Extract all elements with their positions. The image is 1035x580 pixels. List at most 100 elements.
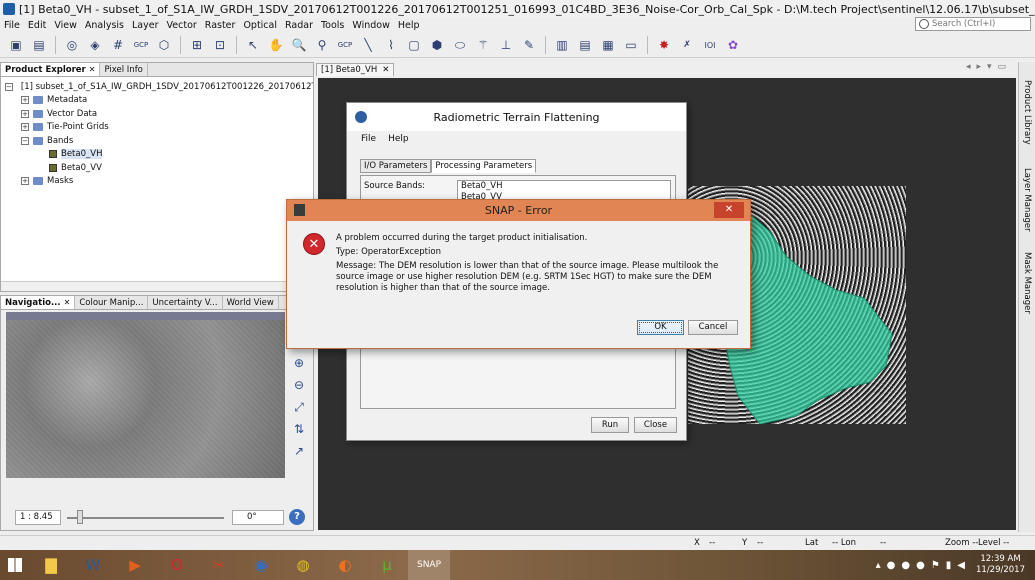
tab-image-view[interactable]: [1] Beta0_VH ✕	[316, 62, 395, 76]
zoom-tool-icon[interactable]: 🔍	[289, 35, 309, 55]
help-icon[interactable]: ?	[289, 509, 305, 525]
run-button[interactable]: Run	[591, 417, 629, 433]
tab-io-parameters[interactable]: I/O Parameters	[360, 159, 432, 173]
menu-window[interactable]: Window	[348, 20, 393, 31]
scale-input[interactable]: 1 : 8.45	[15, 510, 61, 525]
tab-uncertainty-visualisation[interactable]: Uncertainty V...	[148, 296, 223, 309]
chrome-icon[interactable]: ◍	[282, 550, 324, 580]
tile-grid-icon[interactable]: ▦	[598, 35, 618, 55]
clock[interactable]: 12:39 AM 11/29/2017	[976, 554, 1025, 576]
expand-icon[interactable]: +	[21, 109, 29, 118]
polygon-tool-icon[interactable]: ⬢	[427, 35, 447, 55]
expand-icon[interactable]: +	[21, 123, 29, 132]
tab-product-explorer[interactable]: Product Explorer ✕	[1, 63, 101, 76]
tray-app-icon[interactable]: ●	[887, 560, 896, 571]
layer-manager-tab[interactable]: Layer Manager	[1022, 168, 1032, 232]
horizontal-scrollbar[interactable]	[1, 281, 313, 291]
pin-icon[interactable]: ◎	[62, 35, 82, 55]
menu-tools[interactable]: Tools	[317, 20, 348, 31]
search-box[interactable]	[915, 17, 1031, 31]
tree-node-band[interactable]: Beta0_VH	[1, 148, 313, 162]
list-item[interactable]: Beta0_VH	[461, 181, 670, 192]
sync-icon[interactable]: ⬡	[154, 35, 174, 55]
start-button[interactable]	[0, 550, 30, 580]
media-player-icon[interactable]: ▶	[114, 550, 156, 580]
menu-view[interactable]: View	[50, 20, 81, 31]
tree-node-bands[interactable]: − Bands	[1, 134, 313, 148]
zoom-slider-handle[interactable]	[77, 510, 83, 524]
magic-wand-icon[interactable]: ⚚	[473, 35, 493, 55]
sync-cursor-icon[interactable]: ↗	[291, 444, 307, 460]
xy-icon[interactable]: ✗	[677, 35, 697, 55]
network-icon[interactable]: ⊡	[210, 35, 230, 55]
collapse-icon[interactable]: −	[21, 136, 29, 145]
snap-taskbar-icon[interactable]: SNAP	[408, 550, 450, 580]
pin-manager-icon[interactable]: ◈	[85, 35, 105, 55]
close-icon[interactable]: ✕	[714, 202, 744, 218]
open-product-icon[interactable]: ▣	[6, 35, 26, 55]
select-tool-icon[interactable]: ↖	[243, 35, 263, 55]
ok-button[interactable]: OK	[637, 320, 684, 335]
cancel-button[interactable]: Cancel	[688, 320, 738, 335]
menu-layer[interactable]: Layer	[128, 20, 163, 31]
menu-radar[interactable]: Radar	[281, 20, 317, 31]
menu-raster[interactable]: Raster	[201, 20, 240, 31]
tray-app-icon[interactable]: ●	[916, 560, 925, 571]
rotation-input[interactable]: 0°	[232, 510, 284, 525]
line-tool-icon[interactable]: ╲	[358, 35, 378, 55]
zoom-slider-track[interactable]	[67, 517, 224, 519]
close-icon[interactable]: ✕	[89, 65, 96, 74]
pin-placing-icon[interactable]: ⚲	[312, 35, 332, 55]
zoom-in-icon[interactable]: ⊕	[291, 356, 307, 372]
zoom-all-icon[interactable]: ⤢	[291, 400, 307, 416]
collapse-icon[interactable]: −	[5, 82, 13, 91]
network-icon[interactable]: ▮	[946, 560, 952, 571]
menu-file[interactable]: File	[0, 20, 24, 31]
menu-edit[interactable]: Edit	[24, 20, 50, 31]
word-icon[interactable]: W	[72, 550, 114, 580]
tab-navigation[interactable]: Navigatio... ✕	[1, 296, 76, 309]
dialog-menu-file[interactable]: File	[361, 134, 376, 144]
ellipse-tool-icon[interactable]: ⬭	[450, 35, 470, 55]
sync-views-icon[interactable]: ⇅	[291, 422, 307, 438]
flag-icon[interactable]: ⚑	[931, 560, 940, 571]
expand-icon[interactable]: +	[21, 96, 29, 105]
pan-tool-icon[interactable]: ✋	[266, 35, 286, 55]
gcp-tool-icon[interactable]: GCP	[131, 35, 151, 55]
tray-app-icon[interactable]: ●	[901, 560, 910, 571]
file-explorer-icon[interactable]: ▇	[30, 550, 72, 580]
dialog-menu-help[interactable]: Help	[388, 134, 409, 144]
close-icon[interactable]: ✕	[64, 298, 71, 307]
tab-navigation-arrows[interactable]: ◂▸▾▭	[966, 62, 1012, 72]
tree-node-tie-point-grids[interactable]: + Tie-Point Grids	[1, 121, 313, 135]
flower-icon[interactable]: ✿	[723, 35, 743, 55]
range-finder-icon[interactable]: ⊥	[496, 35, 516, 55]
tree-node-metadata[interactable]: + Metadata	[1, 94, 313, 108]
menu-help[interactable]: Help	[394, 20, 424, 31]
graph-icon[interactable]: ⊞	[187, 35, 207, 55]
menu-vector[interactable]: Vector	[163, 20, 201, 31]
search-input[interactable]	[932, 19, 1027, 29]
zoom-out-icon[interactable]: ⊖	[291, 378, 307, 394]
save-product-icon[interactable]: ▤	[29, 35, 49, 55]
menu-analysis[interactable]: Analysis	[81, 20, 128, 31]
tree-node-vector-data[interactable]: + Vector Data	[1, 107, 313, 121]
utorrent-icon[interactable]: µ	[366, 550, 408, 580]
star-icon[interactable]: ✸	[654, 35, 674, 55]
tree-node-masks[interactable]: + Masks	[1, 175, 313, 189]
expand-icon[interactable]: +	[21, 177, 29, 186]
rectangle-tool-icon[interactable]: ▢	[404, 35, 424, 55]
magnifier-icon[interactable]: ◉	[240, 550, 282, 580]
firefox-icon[interactable]: ◐	[324, 550, 366, 580]
close-icon[interactable]: ✕	[382, 65, 389, 75]
polyline-tool-icon[interactable]: ⌇	[381, 35, 401, 55]
tree-node-band[interactable]: Beta0_VV	[1, 161, 313, 175]
volume-icon[interactable]: ◀	[957, 560, 965, 571]
close-button[interactable]: Close	[634, 417, 677, 433]
product-library-tab[interactable]: Product Library	[1022, 80, 1032, 145]
tab-world-view[interactable]: World View	[223, 296, 279, 309]
tab-colour-manipulation[interactable]: Colour Manip...	[75, 296, 149, 309]
tab-pixel-info[interactable]: Pixel Info	[100, 63, 148, 76]
tab-processing-parameters[interactable]: Processing Parameters	[431, 159, 537, 173]
mask-manager-tab[interactable]: Mask Manager	[1022, 252, 1032, 314]
